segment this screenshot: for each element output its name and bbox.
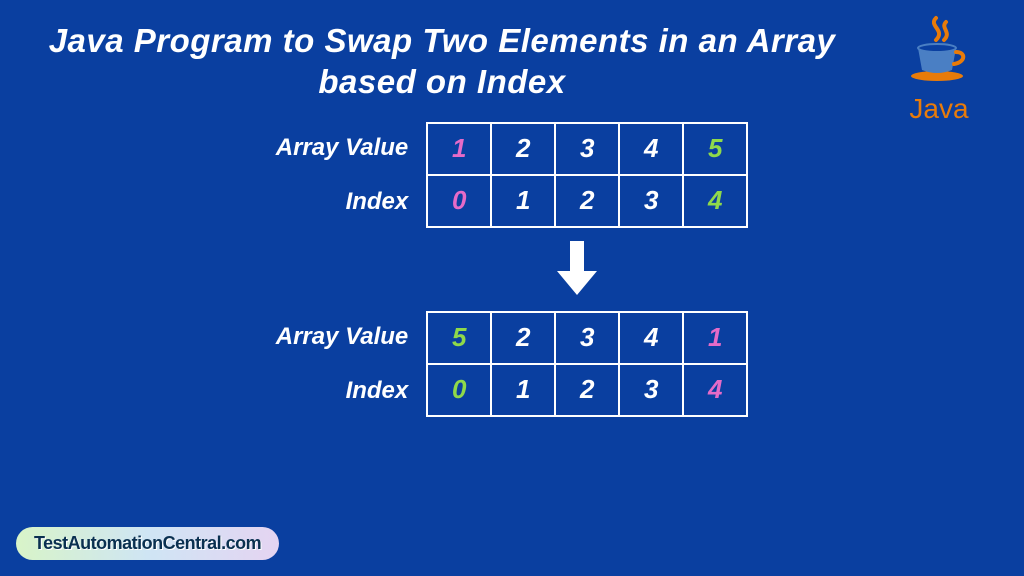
array-value-cell: 2: [490, 311, 556, 365]
array-index-cell: 3: [618, 363, 684, 417]
before-array: Array Value Index 12345 01234: [0, 121, 1024, 229]
after-grid: 52341 01234: [426, 311, 748, 417]
array-index-cell: 0: [426, 363, 492, 417]
array-value-cell: 5: [426, 311, 492, 365]
array-index-cell: 1: [490, 363, 556, 417]
watermark: TestAutomationCentral.com: [16, 527, 279, 560]
array-value-cell: 3: [554, 311, 620, 365]
arrow-down-icon: [130, 239, 1024, 302]
array-index-cell: 0: [426, 174, 492, 228]
array-value-cell: 4: [618, 311, 684, 365]
java-logo-text: Java: [884, 93, 994, 125]
value-row-label: Array Value: [276, 310, 409, 364]
array-index-cell: 2: [554, 174, 620, 228]
java-logo: Java: [884, 14, 994, 125]
index-row-label: Index: [346, 175, 409, 229]
array-index-cell: 2: [554, 363, 620, 417]
index-row-label: Index: [346, 364, 409, 418]
array-value-cell: 5: [682, 122, 748, 176]
value-row-label: Array Value: [276, 121, 409, 175]
array-value-cell: 3: [554, 122, 620, 176]
java-cup-icon: [904, 14, 974, 86]
array-value-cell: 2: [490, 122, 556, 176]
before-grid: 12345 01234: [426, 122, 748, 228]
array-index-cell: 4: [682, 174, 748, 228]
array-value-cell: 4: [618, 122, 684, 176]
array-value-cell: 1: [682, 311, 748, 365]
page-title: Java Program to Swap Two Elements in an …: [0, 0, 1024, 113]
array-value-cell: 1: [426, 122, 492, 176]
array-index-cell: 4: [682, 363, 748, 417]
array-index-cell: 3: [618, 174, 684, 228]
after-array: Array Value Index 52341 01234: [0, 310, 1024, 418]
array-index-cell: 1: [490, 174, 556, 228]
